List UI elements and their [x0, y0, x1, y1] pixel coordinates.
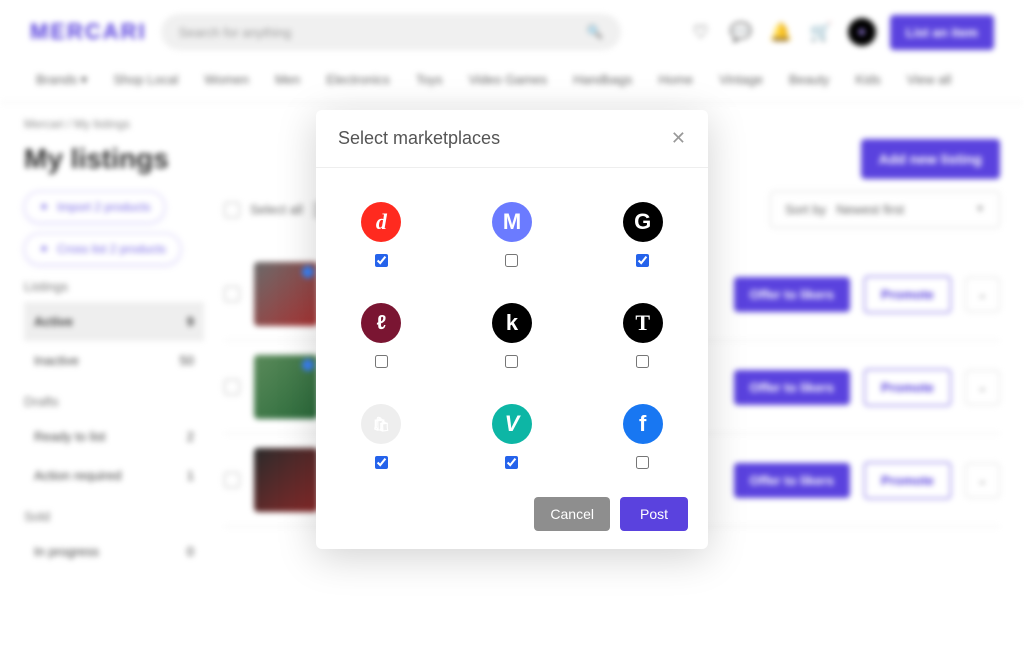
marketplace-checkbox-grailed[interactable]	[636, 254, 649, 267]
grailed-icon: G	[623, 202, 663, 242]
modal-title: Select marketplaces	[338, 128, 500, 149]
marketplace-grailed[interactable]: G	[623, 202, 663, 267]
marketplace-ebay[interactable]: 🛍	[361, 404, 401, 469]
marketplace-checkbox-tradesy[interactable]	[636, 355, 649, 368]
marketplace-tradesy[interactable]: T	[623, 303, 663, 368]
marketplace-checkbox-facebook[interactable]	[636, 456, 649, 469]
marketplace-grid: d M Gℓ k T 🛍 Vf	[346, 202, 678, 469]
close-button[interactable]: ✕	[671, 128, 686, 149]
facebook-icon: f	[623, 404, 663, 444]
vinted-icon: V	[492, 404, 532, 444]
marketplace-checkbox-kidizen[interactable]	[505, 355, 518, 368]
close-icon: ✕	[671, 128, 686, 148]
ebay-icon: 🛍	[361, 404, 401, 444]
depop-icon: d	[361, 202, 401, 242]
marketplace-poshmark[interactable]: ℓ	[361, 303, 401, 368]
marketplace-mercari[interactable]: M	[492, 202, 532, 267]
marketplace-checkbox-ebay[interactable]	[375, 456, 388, 469]
poshmark-icon: ℓ	[361, 303, 401, 343]
modal-overlay: Select marketplaces ✕ d M Gℓ k T 🛍 Vf Cancel P…	[0, 0, 1024, 571]
marketplace-facebook[interactable]: f	[623, 404, 663, 469]
marketplace-checkbox-poshmark[interactable]	[375, 355, 388, 368]
select-marketplaces-modal: Select marketplaces ✕ d M Gℓ k T 🛍 Vf Cancel P…	[316, 110, 708, 549]
post-button[interactable]: Post	[620, 497, 688, 531]
kidizen-icon: k	[492, 303, 532, 343]
marketplace-checkbox-depop[interactable]	[375, 254, 388, 267]
mercari-icon: M	[492, 202, 532, 242]
marketplace-vinted[interactable]: V	[492, 404, 532, 469]
marketplace-depop[interactable]: d	[361, 202, 401, 267]
marketplace-kidizen[interactable]: k	[492, 303, 532, 368]
marketplace-checkbox-vinted[interactable]	[505, 456, 518, 469]
cancel-button[interactable]: Cancel	[534, 497, 610, 531]
marketplace-checkbox-mercari[interactable]	[505, 254, 518, 267]
tradesy-icon: T	[623, 303, 663, 343]
